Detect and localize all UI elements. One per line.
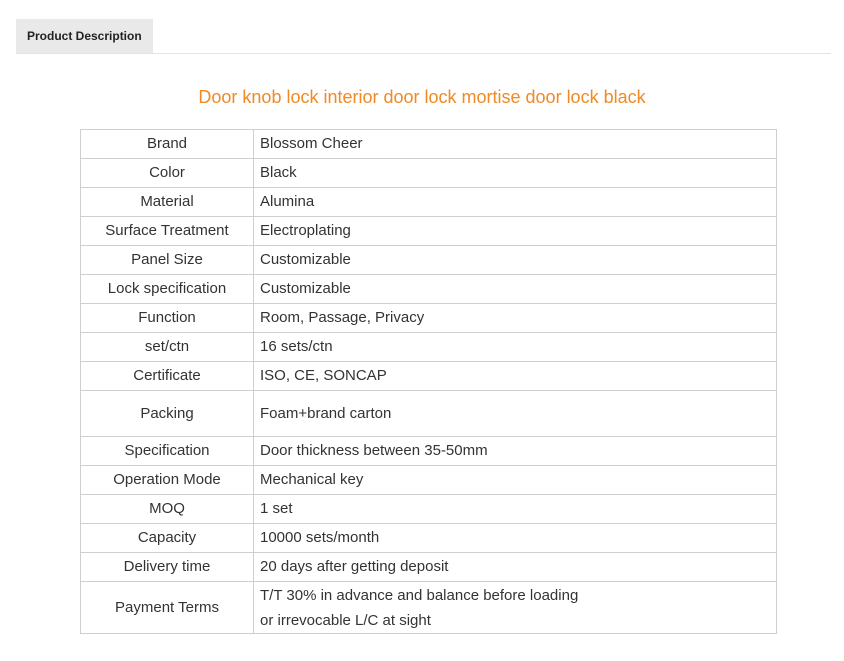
spec-value: 10000 sets/month <box>253 523 777 553</box>
table-row: set/ctn 16 sets/ctn <box>80 332 777 362</box>
spec-value: Mechanical key <box>253 465 777 495</box>
spec-key: Payment Terms <box>80 581 254 634</box>
spec-value: T/T 30% in advance and balance before lo… <box>253 581 777 634</box>
spec-key: Material <box>80 187 254 217</box>
spec-value: Black <box>253 158 777 188</box>
spec-key: Function <box>80 303 254 333</box>
table-row: Surface Treatment Electroplating <box>80 216 777 246</box>
spec-value: Customizable <box>253 274 777 304</box>
spec-value: Alumina <box>253 187 777 217</box>
table-row: Payment Terms T/T 30% in advance and bal… <box>80 581 777 634</box>
spec-key: Color <box>80 158 254 188</box>
spec-value: Door thickness between 35-50mm <box>253 436 777 466</box>
spec-key: Specification <box>80 436 254 466</box>
spec-key: Lock specification <box>80 274 254 304</box>
spec-key: Surface Treatment <box>80 216 254 246</box>
table-row: Color Black <box>80 158 777 188</box>
spec-key: Brand <box>80 129 254 159</box>
spec-value: Room, Passage, Privacy <box>253 303 777 333</box>
spec-value: 16 sets/ctn <box>253 332 777 362</box>
table-row: Operation Mode Mechanical key <box>80 465 777 495</box>
product-title: Door knob lock interior door lock mortis… <box>198 87 646 107</box>
spec-key: Operation Mode <box>80 465 254 495</box>
spec-key: Panel Size <box>80 245 254 275</box>
table-row: Panel Size Customizable <box>80 245 777 275</box>
spec-value-line: or irrevocable L/C at sight <box>260 611 431 629</box>
spec-value: ISO, CE, SONCAP <box>253 361 777 391</box>
spec-key: Delivery time <box>80 552 254 582</box>
spec-key: Certificate <box>80 361 254 391</box>
spec-value: Blossom Cheer <box>253 129 777 159</box>
table-row: Packing Foam+brand carton <box>80 390 777 437</box>
spec-value: 1 set <box>253 494 777 524</box>
spec-value-line: T/T 30% in advance and balance before lo… <box>260 586 579 604</box>
table-row: Lock specification Customizable <box>80 274 777 304</box>
table-row: Function Room, Passage, Privacy <box>80 303 777 333</box>
spec-value: Foam+brand carton <box>253 390 777 437</box>
tab-product-description[interactable]: Product Description <box>16 19 153 53</box>
table-row: Material Alumina <box>80 187 777 217</box>
spec-key: Capacity <box>80 523 254 553</box>
table-row: Delivery time 20 days after getting depo… <box>80 552 777 582</box>
spec-key: MOQ <box>80 494 254 524</box>
tab-bar: Product Description <box>16 19 831 54</box>
table-row: Specification Door thickness between 35-… <box>80 436 777 466</box>
spec-key: Packing <box>80 390 254 437</box>
spec-table: Brand Blossom Cheer Color Black Material… <box>80 129 777 634</box>
spec-value: Customizable <box>253 245 777 275</box>
spec-key: set/ctn <box>80 332 254 362</box>
table-row: Certificate ISO, CE, SONCAP <box>80 361 777 391</box>
table-row: Brand Blossom Cheer <box>80 129 777 159</box>
table-row: Capacity 10000 sets/month <box>80 523 777 553</box>
spec-value: 20 days after getting deposit <box>253 552 777 582</box>
table-row: MOQ 1 set <box>80 494 777 524</box>
spec-value: Electroplating <box>253 216 777 246</box>
